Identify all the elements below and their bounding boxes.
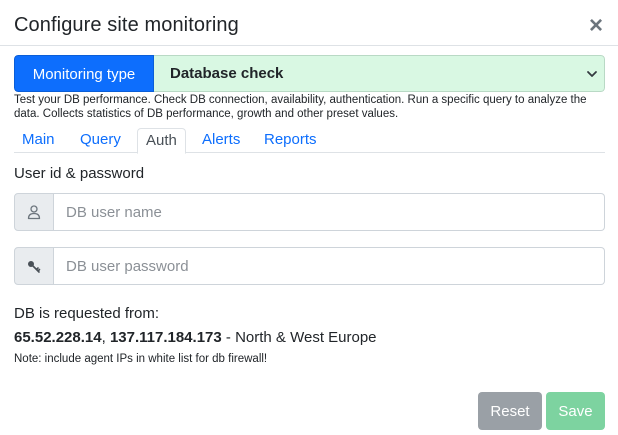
agent-region: - North & West Europe <box>221 329 377 346</box>
username-group <box>14 193 605 231</box>
tab-reports[interactable]: Reports <box>256 128 325 153</box>
monitoring-type-description: Test your DB performance. Check DB conne… <box>14 94 587 120</box>
key-icon <box>14 247 54 285</box>
dialog-header: Configure site monitoring × <box>0 0 618 46</box>
requested-from-label: DB is requested from: <box>14 305 160 322</box>
monitoring-type-label: Monitoring type <box>14 55 154 92</box>
tab-alerts[interactable]: Alerts <box>194 128 248 153</box>
requested-from-ips: 65.52.228.14, 137.117.184.173 - North & … <box>14 329 377 346</box>
save-button[interactable]: Save <box>546 392 605 430</box>
chevron-down-icon <box>587 71 597 77</box>
monitoring-type-selected: Database check <box>170 65 284 82</box>
monitoring-type-select[interactable]: Database check <box>154 55 605 92</box>
auth-section-label: User id & password <box>14 165 145 182</box>
monitoring-type-group: Monitoring type Database check <box>14 55 605 92</box>
user-icon <box>14 193 54 231</box>
close-icon[interactable]: × <box>586 14 606 38</box>
db-username-input[interactable] <box>54 193 605 231</box>
tab-main[interactable]: Main <box>14 128 63 153</box>
firewall-note: Note: include agent IPs in white list fo… <box>14 353 268 365</box>
dialog-title: Configure site monitoring <box>14 14 239 36</box>
agent-ip-1: 65.52.228.14 <box>14 329 102 346</box>
tab-query[interactable]: Query <box>72 128 129 153</box>
password-group <box>14 247 605 285</box>
agent-ip-2: 137.117.184.173 <box>109 329 222 346</box>
configure-monitoring-dialog: Configure site monitoring × Monitoring t… <box>0 0 618 435</box>
db-password-input[interactable] <box>54 247 605 285</box>
config-tabs: Main Query Auth Alerts Reports <box>14 128 605 154</box>
tab-auth[interactable]: Auth <box>137 128 186 154</box>
ip-separator: , <box>101 329 110 346</box>
reset-button[interactable]: Reset <box>478 392 542 430</box>
